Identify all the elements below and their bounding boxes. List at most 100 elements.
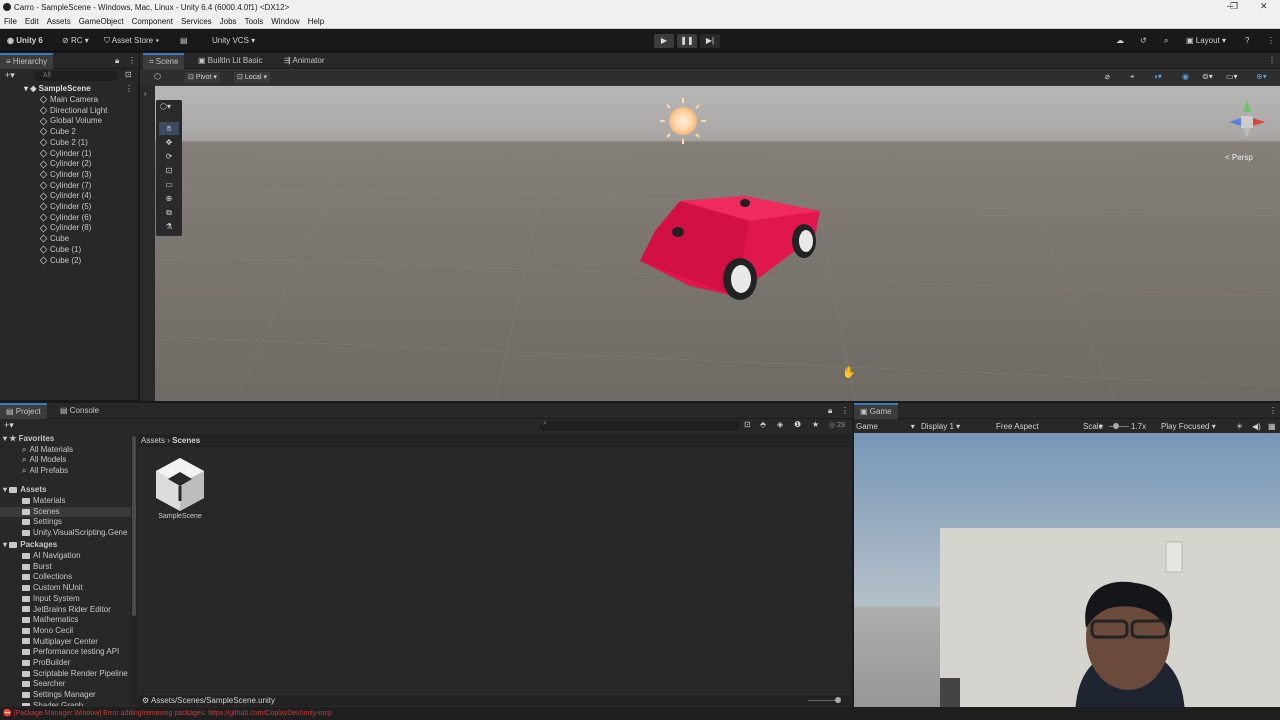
menu-jobs[interactable]: Jobs xyxy=(216,15,241,26)
favorite-icon[interactable]: ★ xyxy=(812,420,819,429)
rect-tool-icon[interactable]: ▭ xyxy=(159,178,179,191)
hierarchy-item[interactable]: Cube (1) xyxy=(0,245,139,255)
more-icon[interactable]: ⋮ xyxy=(1268,56,1276,65)
expand-icon[interactable]: › xyxy=(144,91,146,98)
hierarchy-item[interactable]: Cylinder (7) xyxy=(0,181,139,191)
asset-tile[interactable]: SampleScene xyxy=(150,456,210,526)
package-item[interactable]: ProBuilder xyxy=(0,658,70,668)
hierarchy-item[interactable]: Cylinder (4) xyxy=(0,191,139,201)
status-bar[interactable]: ⛔ [Package Manager Window] Error adding/… xyxy=(0,707,1280,720)
camera-icon[interactable]: ▭▾ xyxy=(1226,72,1238,81)
package-item[interactable]: Searcher xyxy=(0,679,65,689)
audio-icon[interactable]: ◀) xyxy=(1252,420,1261,433)
orientation-icon[interactable]: ⬡ xyxy=(154,72,161,81)
menu-help[interactable]: Help xyxy=(304,15,328,26)
add-icon[interactable]: +▾ xyxy=(5,70,15,81)
package-item[interactable]: Shader Graph xyxy=(0,701,83,706)
tab-builtin-lit[interactable]: ▣ BuiltIn Lit Basic xyxy=(192,53,268,69)
scale-slider[interactable] xyxy=(1109,426,1129,427)
tab-scene[interactable]: ⌗ Scene xyxy=(143,53,185,69)
local-dropdown[interactable]: ⊡ Local ▾ xyxy=(234,72,271,83)
favorite-item[interactable]: ⌕ All Materials xyxy=(0,445,73,455)
package-item[interactable]: Settings Manager xyxy=(0,690,96,700)
hierarchy-scene-row[interactable]: ▾ ◈ SampleScene xyxy=(0,84,139,94)
zoom-slider-handle[interactable] xyxy=(835,697,841,703)
move-tool-icon[interactable]: ✥ xyxy=(159,136,179,149)
tab-console[interactable]: ▤ Console xyxy=(54,403,105,419)
breadcrumb-assets[interactable]: Assets xyxy=(141,436,165,445)
display-dropdown[interactable]: Display 1 ▾ xyxy=(921,420,960,433)
breadcrumb-scenes[interactable]: Scenes xyxy=(172,436,200,445)
favorite-item[interactable]: ⌕ All Models xyxy=(0,455,66,465)
more-icon[interactable]: ⋮ xyxy=(128,56,136,65)
hierarchy-item[interactable]: Global Volume xyxy=(0,116,139,126)
menu-window[interactable]: Window xyxy=(267,15,303,26)
close-icon[interactable]: ✕ xyxy=(1260,1,1268,12)
tab-project[interactable]: ▤ Project xyxy=(0,403,47,419)
visibility-icon[interactable]: ◉ xyxy=(1182,72,1189,81)
hierarchy-item[interactable]: Cylinder (6) xyxy=(0,213,139,223)
zoom-slider[interactable] xyxy=(808,700,838,701)
effects-icon[interactable]: ⊜▾ xyxy=(1202,72,1213,81)
package-item[interactable]: Custom NUnit xyxy=(0,583,83,593)
project-search-input[interactable] xyxy=(540,421,740,431)
package-item[interactable]: Mathematics xyxy=(0,615,78,625)
cloud-icon[interactable]: ☁ xyxy=(1116,34,1124,48)
menu-services[interactable]: Services xyxy=(177,15,216,26)
hierarchy-item[interactable]: Main Camera xyxy=(0,95,139,105)
custom-tool-icon[interactable]: ⧉ xyxy=(159,206,179,219)
vcs-button[interactable]: Unity VCS ▾ xyxy=(212,34,255,48)
packages-root-row[interactable]: ▾ Packages xyxy=(3,540,57,550)
lock-icon[interactable]: 🔒︎ xyxy=(828,406,832,416)
status-message[interactable]: [Package Manager Window] Error adding/re… xyxy=(14,710,332,717)
layout-button[interactable]: ▣ Layout ▾ xyxy=(1186,34,1226,48)
menu-tools[interactable]: Tools xyxy=(241,15,268,26)
tab-hierarchy[interactable]: ≡ Hierarchy xyxy=(0,53,54,69)
menu-file[interactable]: File xyxy=(0,15,21,26)
asset-folder-item[interactable]: Unity.VisualScripting.Gene xyxy=(0,528,127,538)
asset-folder-item[interactable]: Materials xyxy=(0,496,65,506)
package-item[interactable]: JetBrains Rider Editor xyxy=(0,605,111,615)
play-focused-dropdown[interactable]: Play Focused ▾ xyxy=(1161,420,1216,433)
gizmos-icon[interactable]: ⊕▾ xyxy=(1256,72,1267,81)
asset-folder-item[interactable]: Settings xyxy=(0,517,62,527)
scene-view-menu-icon[interactable]: ⬡▾ xyxy=(160,102,171,111)
favorite-item[interactable]: ⌕ All Prefabs xyxy=(0,466,68,476)
step-button[interactable]: ▶| xyxy=(700,34,720,48)
package-icon[interactable]: ▤ xyxy=(180,34,188,48)
hierarchy-item[interactable]: Cube 2 xyxy=(0,127,139,137)
maximize-icon[interactable]: ❐ xyxy=(1230,1,1238,12)
assets-root-row[interactable]: ▾ Assets xyxy=(3,485,47,495)
persp-label[interactable]: < Persp xyxy=(1225,153,1253,162)
help-icon[interactable]: ? xyxy=(1245,34,1249,48)
asset-folder-item[interactable]: Scenes xyxy=(0,506,131,517)
package-item[interactable]: Scriptable Render Pipeline xyxy=(0,669,128,679)
hierarchy-item[interactable]: Cube (2) xyxy=(0,256,139,266)
tool-icon[interactable]: ⌖ xyxy=(1130,72,1135,82)
package-item[interactable]: Input System xyxy=(0,594,80,604)
mute-icon[interactable]: ☀ xyxy=(1236,420,1243,433)
scale-tool-icon[interactable]: ⊡ xyxy=(159,164,179,177)
pause-button[interactable]: ❚❚ xyxy=(677,34,697,48)
play-button[interactable]: ▶ xyxy=(654,34,674,48)
more-icon[interactable]: ⋮ xyxy=(1269,406,1277,415)
filter-icon[interactable]: ⊡ xyxy=(125,70,132,79)
transform-tool-icon[interactable]: ⊕ xyxy=(159,192,179,205)
asset-store-button[interactable]: ⛉ Asset Store ▾ xyxy=(104,34,159,48)
hierarchy-item[interactable]: Cylinder (1) xyxy=(0,149,139,159)
package-item[interactable]: AI Navigation xyxy=(0,551,81,561)
hierarchy-item[interactable]: Directional Light xyxy=(0,106,139,116)
rotate-tool-icon[interactable]: ⟳ xyxy=(159,150,179,163)
probuilder-tool-icon[interactable]: ⚗ xyxy=(159,220,179,233)
hierarchy-item[interactable]: Cylinder (8) xyxy=(0,223,139,233)
scene-menu-icon[interactable]: ⋮ xyxy=(125,84,133,93)
favorites-row[interactable]: ▾ ★ Favorites xyxy=(3,434,54,444)
package-item[interactable]: Burst xyxy=(0,562,52,572)
more-icon[interactable]: ⋮ xyxy=(841,406,849,415)
info-icon[interactable]: ❶ xyxy=(794,420,801,429)
package-item[interactable]: Mono Cecil xyxy=(0,626,73,636)
more-icon[interactable]: ⋮ xyxy=(1267,34,1275,48)
scale-slider-handle[interactable] xyxy=(1113,423,1119,429)
label-filter-icon[interactable]: ⬘ xyxy=(760,420,766,429)
rc-button[interactable]: ⊘ RC ▾ xyxy=(62,34,89,48)
